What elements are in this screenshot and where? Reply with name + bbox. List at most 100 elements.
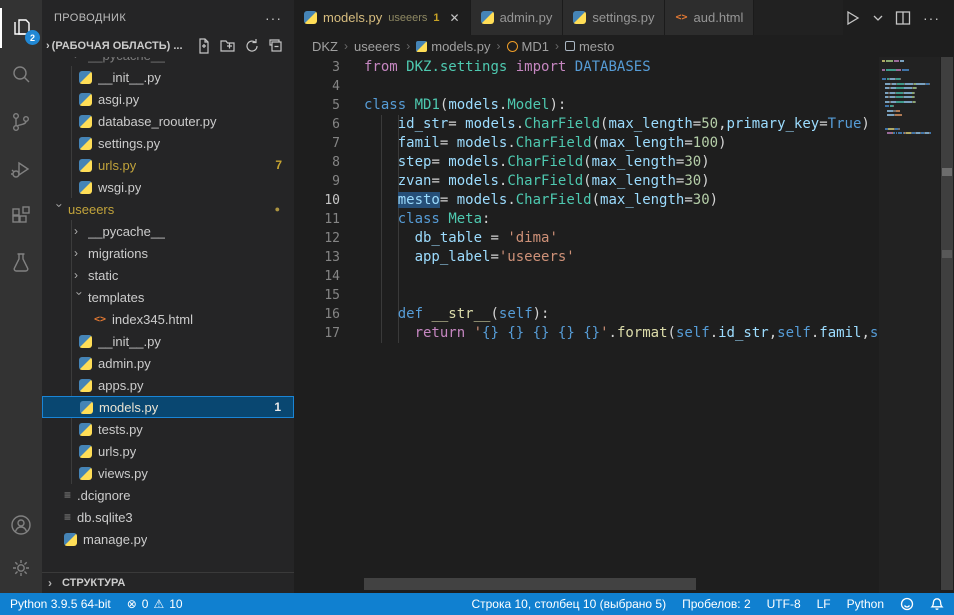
new-folder-icon[interactable] [220,38,236,54]
explorer-badge: 2 [25,30,40,45]
breadcrumb-label: mesto [579,39,614,54]
tree-file-__init__.py[interactable]: __init__.py [42,330,294,352]
tree-folder-templates[interactable]: ›templates [42,286,294,308]
breadcrumb-label: useeers [354,39,400,54]
python-file-icon [79,423,92,436]
code-editor[interactable]: 34567891011121314151617 from DKZ.setting… [294,57,954,593]
new-file-icon[interactable] [196,38,212,54]
python-file-icon [79,445,92,458]
code-content[interactable]: from DKZ.settings import DATABASESclass … [364,58,879,343]
tree-file-settings.py[interactable]: settings.py [42,132,294,154]
tab-admin.py[interactable]: admin.py [471,0,564,35]
tree-file-db.sqlite3[interactable]: ≡db.sqlite3 [42,506,294,528]
tree-file-wsgi.py[interactable]: wsgi.py [42,176,294,198]
tree-folder-migrations[interactable]: ›migrations [42,242,294,264]
breadcrumb-separator-icon: › [555,39,559,53]
explorer-icon[interactable]: 2 [0,8,44,48]
outline-section-header[interactable]: › СТРУКТУРА [42,572,294,593]
tree-file-tests.py[interactable]: tests.py [42,418,294,440]
tree-file-admin.py[interactable]: admin.py [42,352,294,374]
explorer-more-actions-icon[interactable]: ··· [265,10,282,26]
line-number: 14 [294,267,340,286]
breadcrumb-item-useeers[interactable]: useeers [354,39,400,54]
line-number: 8 [294,153,340,172]
tree-file-manage.py[interactable]: manage.py [42,528,294,550]
indentation-status[interactable]: Пробелов: 2 [682,597,751,611]
workspace-section-title: (РАБОЧАЯ ОБЛАСТЬ) ... [52,40,183,52]
cursor-position[interactable]: Строка 10, столбец 10 (выбрано 5) [471,597,666,611]
tree-file-index345.html[interactable]: <>index345.html [42,308,294,330]
overview-ruler-mark [942,168,952,176]
line-number: 12 [294,229,340,248]
run-python-file-icon[interactable] [843,9,861,27]
encoding-status[interactable]: UTF-8 [767,597,801,611]
minimap[interactable] [879,57,940,593]
account-icon[interactable] [0,505,42,545]
tree-item-label: urls.py [98,444,136,459]
line-number: 16 [294,305,340,324]
breadcrumb-item-MD1[interactable]: MD1 [507,39,549,54]
breadcrumb-item-models.py[interactable]: models.py [416,39,490,54]
line-number: 9 [294,172,340,191]
search-icon[interactable] [0,55,42,95]
chevron-down-icon: › [53,203,67,217]
python-interpreter[interactable]: Python 3.9.5 64-bit [10,597,111,611]
language-mode[interactable]: Python [847,597,884,611]
line-number: 11 [294,210,340,229]
tab-label: settings.py [592,10,654,25]
tree-folder-static[interactable]: ›static [42,264,294,286]
tree-item-label: templates [88,290,144,305]
feedback-icon[interactable] [900,597,914,611]
close-tab-icon[interactable]: ✕ [450,11,460,25]
tree-folder-useeers[interactable]: ›useeers● [42,198,294,220]
tree-item-label: db.sqlite3 [77,510,133,525]
notifications-bell-icon[interactable] [930,597,944,611]
refresh-icon[interactable] [244,38,260,54]
python-file-icon [79,137,92,150]
tree-file-.dcignore[interactable]: ≡.dcignore [42,484,294,506]
eol-status[interactable]: LF [817,597,831,611]
tree-file-urls.py[interactable]: urls.py7 [42,154,294,176]
horizontal-scrollbar-thumb[interactable] [364,578,696,590]
collapse-all-icon[interactable] [268,38,284,54]
code-line-14 [364,267,879,286]
problems-status[interactable]: ⊗ 0 ⚠ 10 [127,597,183,611]
tree-folder-__pycache__[interactable]: ›__pycache__ [42,57,294,66]
settings-gear-icon[interactable] [0,548,42,588]
tree-folder-__pycache__[interactable]: ›__pycache__ [42,220,294,242]
tree-file-database_roouter.py[interactable]: database_roouter.py [42,110,294,132]
scrollbar-thumb[interactable] [941,57,953,590]
tab-aud.html[interactable]: <>aud.html [665,0,754,35]
breadcrumb-item-mesto[interactable]: mesto [565,39,614,54]
vscode-window: 2 ПРОВОДНИК ··· › (РАБОЧАЯ [0,0,954,615]
vertical-scrollbar[interactable] [940,57,954,593]
tree-file-asgi.py[interactable]: asgi.py [42,88,294,110]
tab-models.py[interactable]: models.pyuseeers1✕ [294,0,471,35]
tree-file-__init__.py[interactable]: __init__.py [42,66,294,88]
python-file-icon [573,11,586,24]
workspace-section-header[interactable]: › (РАБОЧАЯ ОБЛАСТЬ) ... [42,35,294,57]
tree-file-models.py[interactable]: models.py1 [42,396,294,418]
run-debug-icon[interactable] [0,149,42,189]
extensions-icon[interactable] [0,196,42,236]
source-control-icon[interactable] [0,102,42,142]
tab-description: useeers [388,12,427,24]
tree-file-apps.py[interactable]: apps.py [42,374,294,396]
tree-file-urls.py[interactable]: urls.py [42,440,294,462]
python-file-icon [416,41,427,52]
split-editor-icon[interactable] [895,10,911,26]
testing-icon[interactable] [0,243,42,283]
breadcrumb-separator-icon: › [497,39,501,53]
run-dropdown-chevron-icon[interactable] [873,13,883,23]
python-file-icon [79,115,92,128]
editor-group: models.pyuseeers1✕admin.py settings.py <>a… [294,0,954,593]
tree-item-label: asgi.py [98,92,139,107]
breadcrumb-item-DKZ[interactable]: DKZ [312,39,338,54]
code-line-8: step= models.CharField(max_length=30) [364,153,879,172]
python-file-icon [79,159,92,172]
code-line-15 [364,286,879,305]
editor-more-actions-icon[interactable]: ··· [923,10,940,26]
tree-file-views.py[interactable]: views.py [42,462,294,484]
line-numbers-gutter: 34567891011121314151617 [294,58,340,343]
tab-settings.py[interactable]: settings.py [563,0,665,35]
